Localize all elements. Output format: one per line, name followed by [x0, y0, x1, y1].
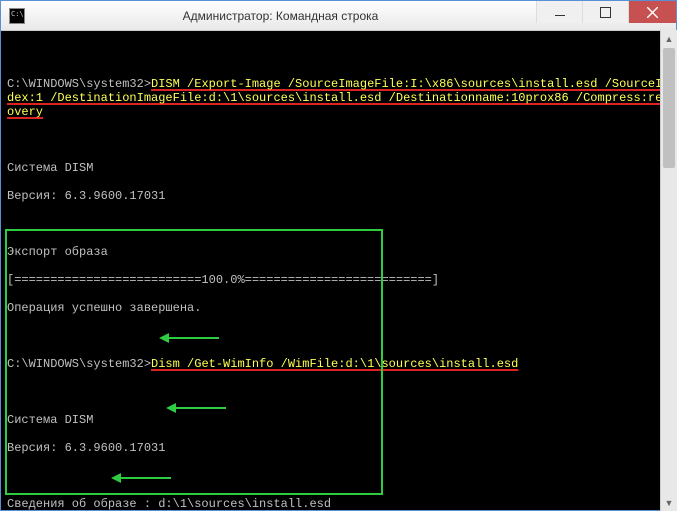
output-line: Сведения об образе : d:\1\sources\instal…: [7, 497, 670, 510]
command-2: Dism /Get-WimInfo /WimFile:d:\1\sources\…: [151, 357, 518, 371]
output-line: Версия: 6.3.9600.17031: [7, 441, 670, 455]
window-title: Администратор: Командная строка: [25, 9, 536, 23]
scroll-up-button[interactable]: ▲: [661, 30, 677, 47]
close-button[interactable]: [628, 1, 676, 23]
terminal-content: C:\WINDOWS\system32>DISM /Export-Image /…: [7, 63, 670, 510]
output-line: Экспорт образа: [7, 245, 670, 259]
terminal-area[interactable]: C:\WINDOWS\system32>DISM /Export-Image /…: [1, 31, 676, 510]
minimize-button[interactable]: [536, 1, 582, 23]
output-line: Система DISM: [7, 161, 670, 175]
prompt: C:\WINDOWS\system32>: [7, 357, 151, 371]
prompt: C:\WINDOWS\system32>: [7, 77, 151, 91]
output-line: Версия: 6.3.9600.17031: [7, 189, 670, 203]
command-prompt-window: Администратор: Командная строка C:\WINDO…: [0, 0, 677, 511]
maximize-button[interactable]: [582, 1, 628, 23]
progress-line: [==========================100.0%=======…: [7, 273, 670, 287]
scroll-down-button[interactable]: ▼: [661, 494, 677, 511]
vertical-scrollbar[interactable]: ▲ ▼: [660, 30, 677, 511]
titlebar[interactable]: Администратор: Командная строка: [1, 1, 676, 31]
cmd-icon: [9, 8, 25, 24]
scroll-thumb[interactable]: [663, 48, 675, 168]
output-line: Система DISM: [7, 413, 670, 427]
output-line: Операция успешно завершена.: [7, 301, 670, 315]
window-controls: [536, 1, 676, 30]
